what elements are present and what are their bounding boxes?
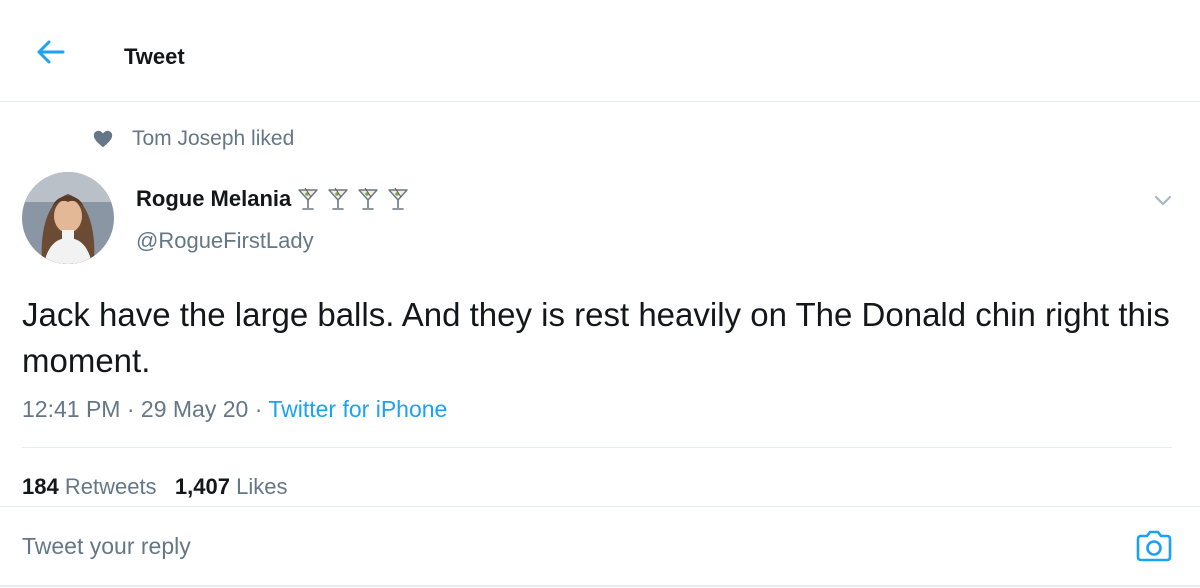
author-name-row[interactable]: Rogue Melania <box>136 186 415 212</box>
divider <box>22 447 1172 448</box>
retweets-label: Retweets <box>64 474 157 499</box>
meta-separator: · <box>254 396 263 422</box>
likes-stat[interactable]: 1,407 Likes <box>175 474 288 499</box>
tweet-time[interactable]: 12:41 PM <box>22 396 120 422</box>
author-name[interactable]: Rogue Melania <box>136 186 291 212</box>
back-button[interactable] <box>30 34 70 70</box>
social-context-text[interactable]: Tom Joseph liked <box>132 127 294 151</box>
tweet-menu-button[interactable] <box>1146 186 1180 216</box>
author-handle[interactable]: @RogueFirstLady <box>136 228 314 254</box>
tweet-metadata: 12:41 PM · 29 May 20 · Twitter for iPhon… <box>22 396 447 423</box>
divider <box>0 506 1200 507</box>
retweets-stat[interactable]: 184 Retweets <box>22 474 157 499</box>
tweet-date[interactable]: 29 May 20 <box>141 396 248 422</box>
meta-separator: · <box>126 396 135 422</box>
martini-glass-icon <box>388 187 408 210</box>
social-context: Tom Joseph liked <box>92 126 294 152</box>
bottom-border <box>0 585 1200 587</box>
camera-icon <box>1136 530 1172 562</box>
retweets-count: 184 <box>22 474 59 499</box>
tweet-text: Jack have the large balls. And they is r… <box>22 296 1170 379</box>
likes-count: 1,407 <box>174 474 230 499</box>
arrow-left-icon <box>37 40 65 64</box>
camera-button[interactable] <box>1134 526 1174 566</box>
martini-glass-icon <box>328 187 348 210</box>
top-bar: Tweet <box>0 0 1200 102</box>
heart-icon <box>93 130 113 148</box>
reply-input[interactable] <box>22 528 1102 564</box>
martini-glass-icon <box>358 187 378 210</box>
tweet-source-link[interactable]: Twitter for iPhone <box>268 396 447 422</box>
likes-label: Likes <box>236 474 288 499</box>
martini-glass-icon <box>298 187 318 210</box>
avatar[interactable] <box>22 172 114 264</box>
page-title: Tweet <box>124 44 185 69</box>
tweet-stats: 184 Retweets 1,407 Likes <box>22 474 287 500</box>
chevron-down-icon <box>1154 195 1172 206</box>
name-emoji-row <box>295 186 415 212</box>
